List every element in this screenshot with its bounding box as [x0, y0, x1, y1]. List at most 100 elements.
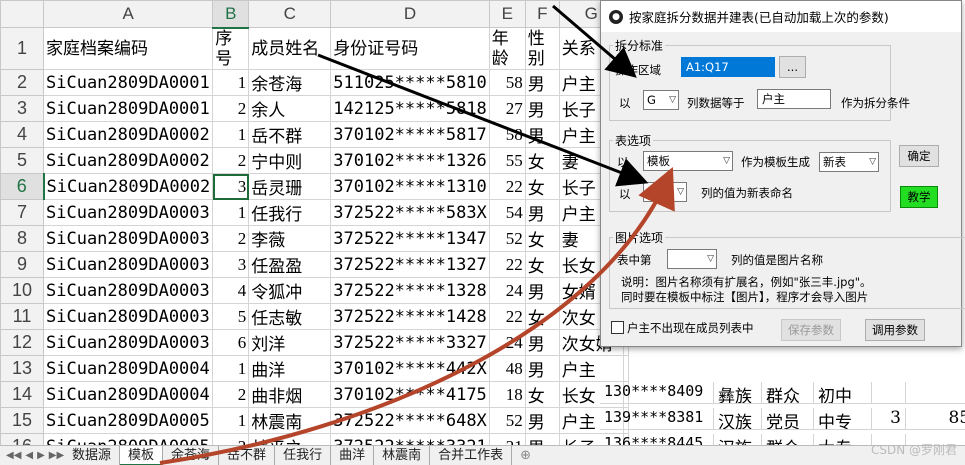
cell[interactable]: SiCuan2809DA0003: [42, 303, 214, 330]
row-header[interactable]: 16: [0, 433, 44, 445]
cell[interactable]: 3: [212, 251, 250, 278]
column-header-F[interactable]: F: [524, 0, 560, 28]
cell[interactable]: 55: [488, 147, 526, 174]
cell[interactable]: 2: [212, 433, 250, 445]
cell[interactable]: 刘洋: [248, 329, 332, 356]
cell[interactable]: 24: [488, 277, 526, 304]
cell[interactable]: 52: [488, 225, 526, 252]
sheet-tab[interactable]: 数据源: [64, 445, 121, 465]
cell[interactable]: 岳不群: [248, 121, 332, 148]
cell[interactable]: 1: [212, 407, 250, 434]
cell[interactable]: 142125*****5818: [330, 95, 490, 122]
cell[interactable]: 群众: [762, 434, 814, 445]
cell[interactable]: 女: [524, 173, 560, 200]
sheet-nav-arrows[interactable]: ◀◀ ◀ ▶ ▶▶: [0, 450, 64, 461]
cell[interactable]: [906, 382, 965, 404]
dialog-titlebar[interactable]: ● 按家庭拆分数据并建表(已自动加载上次的参数): [601, 1, 961, 32]
cell[interactable]: 372522*****583X: [330, 199, 490, 226]
range-input[interactable]: A1:Q17: [681, 57, 775, 77]
cell[interactable]: 户主: [558, 355, 624, 382]
worksheet-table[interactable]: ABCDEFG 1 家庭档案编码序号成员姓名 身份证号码年龄性别关系 2 SiCuan2…: [0, 0, 629, 445]
cell[interactable]: 曲非烟: [248, 381, 332, 408]
cell[interactable]: 3: [872, 408, 906, 430]
sheet-tab[interactable]: 岳不群: [219, 445, 276, 465]
cell[interactable]: 372522*****1428: [330, 303, 490, 330]
cell[interactable]: 女: [524, 381, 560, 408]
cell[interactable]: 身份证号码: [330, 27, 490, 70]
cell[interactable]: 370102*****1326: [330, 147, 490, 174]
cell[interactable]: 男: [524, 355, 560, 382]
ok-button[interactable]: 确定: [899, 145, 939, 167]
cell[interactable]: SiCuan2809DA0003: [42, 199, 214, 226]
sheet-tab[interactable]: 曲洋: [331, 445, 375, 465]
cell[interactable]: SiCuan2809DA0003: [42, 251, 214, 278]
cell[interactable]: 女: [524, 303, 560, 330]
cell[interactable]: 女: [524, 147, 560, 174]
sheet-tab[interactable]: 林震南: [374, 445, 431, 465]
cell[interactable]: 李薇: [248, 225, 332, 252]
cell[interactable]: 372522*****1328: [330, 277, 490, 304]
cell[interactable]: 家庭档案编码: [42, 27, 214, 70]
sheet-tab[interactable]: 合并工作表: [430, 445, 513, 465]
sheet-tab[interactable]: 余苍海: [163, 445, 220, 465]
cell[interactable]: 初中: [814, 382, 872, 404]
cell[interactable]: 139****8381: [600, 408, 714, 430]
save-params-button[interactable]: 保存参数: [781, 319, 841, 341]
cell[interactable]: 1: [212, 121, 250, 148]
column-header-D[interactable]: D: [330, 0, 490, 28]
row-header[interactable]: 9: [0, 251, 44, 278]
cell[interactable]: 21: [488, 433, 526, 445]
cell[interactable]: SiCuan2809DA0002: [42, 121, 214, 148]
cell[interactable]: 任志敏: [248, 303, 332, 330]
cell[interactable]: 男: [524, 95, 560, 122]
cell[interactable]: 余人: [248, 95, 332, 122]
cell[interactable]: 3: [212, 173, 250, 200]
cell[interactable]: 中专: [814, 408, 872, 430]
row-header[interactable]: 8: [0, 225, 44, 252]
column-header-B[interactable]: B: [212, 0, 250, 29]
cell[interactable]: 850: [906, 408, 965, 430]
row-header[interactable]: 3: [0, 95, 44, 122]
cell[interactable]: 2: [212, 95, 250, 122]
cell[interactable]: 宁中则: [248, 147, 332, 174]
cell[interactable]: 58: [488, 121, 526, 148]
cell[interactable]: 男: [524, 121, 560, 148]
head-not-in-list-checkbox[interactable]: [611, 321, 624, 334]
cell[interactable]: 1: [212, 199, 250, 226]
cell[interactable]: 年龄: [488, 27, 526, 70]
cell[interactable]: SiCuan2809DA0003: [42, 277, 214, 304]
cell[interactable]: 任盈盈: [248, 251, 332, 278]
cell[interactable]: SiCuan2809DA0001: [42, 69, 214, 96]
cell[interactable]: 372522*****1327: [330, 251, 490, 278]
cell[interactable]: 372522*****648X: [330, 407, 490, 434]
cell[interactable]: SiCuan2809DA0001: [42, 95, 214, 122]
image-column-select[interactable]: ▽: [667, 249, 717, 269]
add-sheet-icon[interactable]: ⊕: [512, 448, 539, 463]
cell[interactable]: 52: [488, 407, 526, 434]
cell[interactable]: 2: [212, 225, 250, 252]
cell[interactable]: 18: [488, 381, 526, 408]
cell[interactable]: 序号: [212, 27, 250, 70]
row-header[interactable]: 7: [0, 199, 44, 226]
cell[interactable]: 男: [524, 407, 560, 434]
cell[interactable]: 男: [524, 329, 560, 356]
column-header-E[interactable]: E: [488, 0, 526, 28]
cell[interactable]: [622, 355, 629, 382]
select-all-corner[interactable]: [0, 0, 44, 28]
cell[interactable]: 林平之: [248, 433, 332, 445]
cell[interactable]: 林震南: [248, 407, 332, 434]
new-sheet-select[interactable]: 新表 ▽: [819, 152, 879, 172]
row-header[interactable]: 10: [0, 277, 44, 304]
cell[interactable]: SiCuan2809DA0002: [42, 173, 214, 200]
cell[interactable]: 大专: [814, 434, 872, 445]
name-column-select[interactable]: C ▽: [643, 182, 687, 202]
cell[interactable]: 130****8409: [600, 382, 714, 404]
cell[interactable]: 372522*****3321: [330, 433, 490, 445]
cell[interactable]: 成员姓名: [248, 27, 332, 70]
cell[interactable]: SiCuan2809DA0003: [42, 225, 214, 252]
cell[interactable]: 1: [212, 355, 250, 382]
row-header[interactable]: 15: [0, 407, 44, 434]
cell[interactable]: 2: [212, 381, 250, 408]
template-select[interactable]: 模板 ▽: [643, 151, 733, 171]
cell[interactable]: 372522*****1347: [330, 225, 490, 252]
